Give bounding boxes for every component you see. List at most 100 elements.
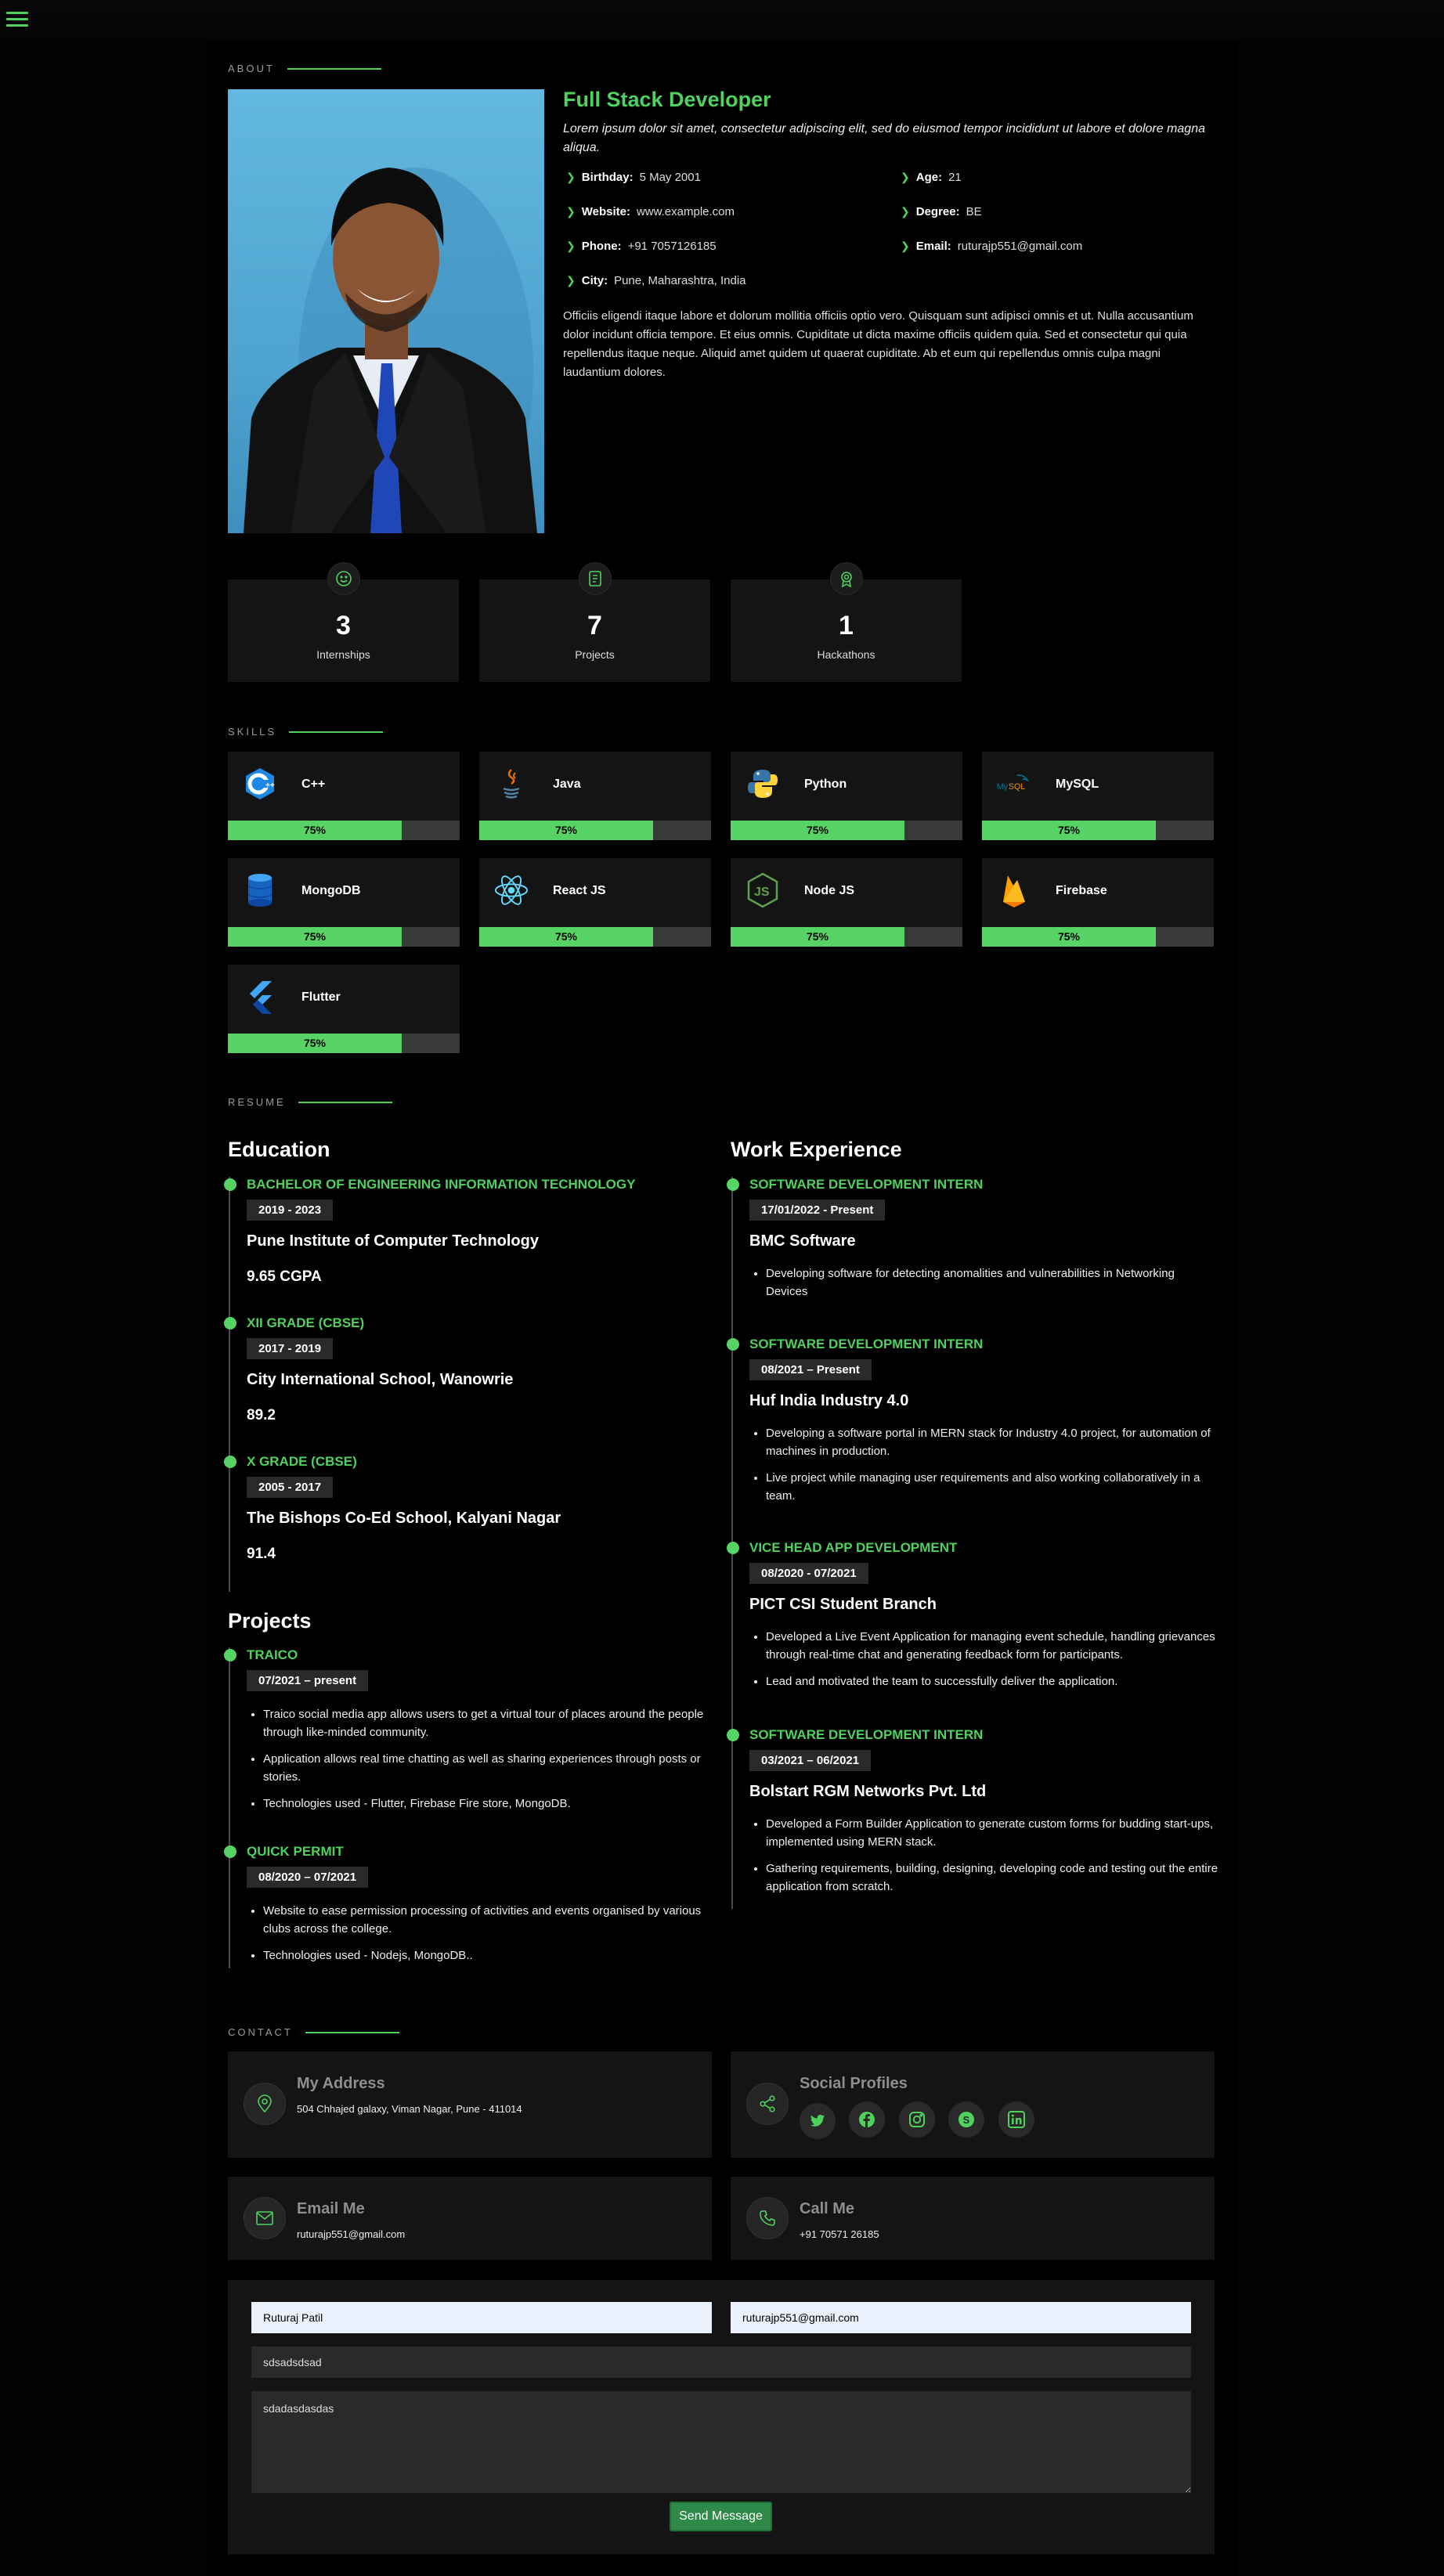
- hamburger-icon[interactable]: [6, 8, 28, 28]
- timeline-dot: [727, 1178, 739, 1191]
- java-icon: [493, 766, 529, 802]
- skype-icon[interactable]: S: [948, 2102, 985, 2138]
- mysql-icon: My SQL: [996, 766, 1032, 802]
- list-item: Technologies used - Nodejs, MongoDB..: [263, 1946, 708, 1964]
- fact-phone: ❯ Phone: +91 7057126185: [563, 237, 897, 255]
- svg-text:S: S: [963, 2114, 970, 2126]
- item-score: 89.2: [247, 1407, 276, 1423]
- item-date: 08/2021 – Present: [749, 1359, 872, 1380]
- item-points: Developed a Live Event Application for m…: [766, 1628, 1218, 1690]
- item-org: Huf India Industry 4.0: [749, 1392, 909, 1409]
- education-timeline: Bachelor of Engineering Information Tech…: [224, 1177, 635, 1592]
- skill-name: MySQL: [1056, 777, 1099, 791]
- email-title: Email Me: [297, 2200, 365, 2217]
- skill-card: Firebase 75%: [982, 858, 1214, 947]
- item-org: BMC Software: [749, 1232, 856, 1250]
- skill-name: Flutter: [301, 990, 341, 1004]
- timeline-dot: [727, 1338, 739, 1351]
- name-field[interactable]: [251, 2302, 712, 2333]
- twitter-icon[interactable]: [800, 2103, 836, 2139]
- skill-progress-fill: 75%: [228, 1034, 402, 1053]
- skill-progress-fill: 75%: [731, 821, 904, 840]
- count-value: 7: [587, 611, 602, 640]
- svg-text:SQL: SQL: [1009, 782, 1025, 792]
- chevron-right-icon: ❯: [566, 274, 576, 287]
- item-title: X Grade (CBSE): [247, 1454, 357, 1469]
- count-label: Projects: [575, 648, 615, 661]
- fact-label: Age:: [915, 171, 943, 184]
- call-title: Call Me: [800, 2200, 855, 2217]
- svg-text:++: ++: [265, 781, 275, 790]
- react-icon: [493, 872, 529, 908]
- email-field[interactable]: [731, 2302, 1191, 2333]
- skill-progress-fill: 75%: [982, 821, 1156, 840]
- education-heading: Education: [228, 1138, 330, 1161]
- list-item: Live project while managing user require…: [766, 1469, 1218, 1505]
- item-title: Bachelor of Engineering Information Tech…: [247, 1177, 636, 1192]
- contact-form: sdadasdasdas Send Message: [228, 2280, 1215, 2554]
- fact-label: City:: [581, 274, 608, 287]
- skill-name: Java: [553, 777, 581, 791]
- item-points: Developing a software portal in MERN sta…: [766, 1424, 1218, 1505]
- message-field[interactable]: sdadasdasdas: [251, 2391, 1191, 2493]
- fact-birthday: ❯ Birthday: 5 May 2001: [563, 168, 897, 186]
- social-box: Social Profiles S: [731, 2051, 1215, 2158]
- about-section-title: About: [228, 63, 381, 74]
- item-org: PICT CSI Student Branch: [749, 1596, 937, 1613]
- item-title: Vice Head App Development: [749, 1540, 958, 1555]
- projects-timeline: Traico 07/2021 – present Traico social m…: [224, 1647, 703, 1968]
- fact-label: Degree:: [915, 205, 960, 218]
- skill-progress-fill: 75%: [731, 927, 904, 947]
- skill-progress-bar: 75%: [228, 821, 460, 840]
- fact-value[interactable]: www.example.com: [637, 205, 735, 218]
- linkedin-icon[interactable]: [998, 2102, 1034, 2138]
- email-value[interactable]: ruturajp551@gmail.com: [297, 2228, 405, 2240]
- item-school: City International School, Wanowrie: [247, 1371, 514, 1388]
- skill-progress-fill: 75%: [228, 927, 402, 947]
- about-facts: ❯ Birthday: 5 May 2001 ❯ Age: 21 ❯ Website: ww…: [563, 168, 1213, 290]
- list-item: Lead and motivated the team to successfu…: [766, 1672, 1218, 1690]
- instagram-icon[interactable]: [898, 2102, 935, 2138]
- resume-section-title: Resume: [228, 1096, 392, 1108]
- firebase-icon: [996, 872, 1032, 908]
- document-icon: [579, 562, 612, 595]
- skill-progress-bar: 75%: [731, 927, 962, 947]
- skill-progress-fill: 75%: [228, 821, 402, 840]
- list-item: Application allows real time chatting as…: [263, 1750, 708, 1786]
- timeline-dot: [224, 1456, 236, 1468]
- award-icon: [830, 562, 863, 595]
- cpp-icon: ++: [242, 766, 278, 802]
- skill-card: JS Node JS 75%: [731, 858, 962, 947]
- item-points: Developed a Form Builder Application to …: [766, 1815, 1218, 1896]
- count-value: 3: [336, 611, 351, 640]
- item-points: Developing software for detecting anomal…: [766, 1265, 1218, 1301]
- list-item: Developing a software portal in MERN sta…: [766, 1424, 1218, 1460]
- svg-text:My: My: [997, 782, 1009, 792]
- about-description: Officiis eligendi itaque labore et dolor…: [563, 309, 1193, 379]
- facebook-icon[interactable]: [849, 2102, 886, 2138]
- social-title: Social Profiles: [800, 2075, 908, 2092]
- fact-degree: ❯ Degree: BE: [897, 203, 1211, 221]
- fact-age: ❯ Age: 21: [897, 168, 1211, 186]
- about-lead: Lorem ipsum dolor sit amet, consectetur …: [563, 122, 1205, 154]
- item-date: 07/2021 – present: [247, 1670, 369, 1691]
- count-projects: 7 Projects: [479, 562, 710, 682]
- fact-email: ❯ Email: ruturajp551@gmail.com: [897, 237, 1211, 255]
- skill-name: Python: [804, 777, 847, 791]
- item-points: Traico social media app allows users to …: [263, 1705, 708, 1813]
- skill-card: React JS 75%: [479, 858, 711, 947]
- subject-field[interactable]: [251, 2347, 1191, 2378]
- chevron-right-icon: ❯: [901, 240, 910, 252]
- skill-card: My SQL MySQL 75%: [982, 752, 1214, 840]
- call-box: Call Me +91 70571 26185: [731, 2177, 1215, 2260]
- fact-value: +91 7057126185: [627, 240, 717, 253]
- phone-value[interactable]: +91 70571 26185: [800, 2228, 879, 2240]
- role-title: Full Stack Developer: [563, 88, 771, 111]
- work-item: Vice Head App Development 08/2020 - 07/2…: [727, 1540, 1218, 1699]
- fact-label: Email:: [915, 240, 951, 253]
- send-message-button[interactable]: Send Message: [670, 2502, 772, 2531]
- phone-icon: [746, 2197, 789, 2239]
- skill-progress-fill: 75%: [479, 821, 653, 840]
- chevron-right-icon: ❯: [566, 240, 576, 252]
- contact-section-title: Contact: [228, 2026, 399, 2038]
